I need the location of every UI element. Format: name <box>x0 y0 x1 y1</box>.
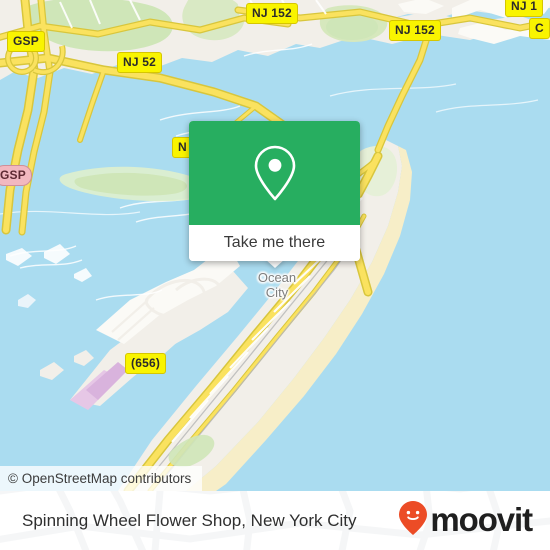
gsp-shield-left[interactable]: GSP <box>0 165 32 186</box>
c-shield-edge[interactable]: C <box>529 18 550 39</box>
nj-152-shield-edge[interactable]: NJ 1 <box>505 0 544 17</box>
moovit-logo[interactable]: moovit <box>398 491 533 550</box>
nj-52-shield[interactable]: NJ 52 <box>117 52 163 73</box>
popup-card-header <box>189 121 360 225</box>
nj-152-shield-right[interactable]: NJ 152 <box>389 20 441 41</box>
route-656-shield[interactable]: (656) <box>125 353 167 374</box>
gsp-shield-top[interactable]: GSP <box>7 31 45 52</box>
nj-152-shield-left[interactable]: NJ 152 <box>246 3 298 24</box>
map-canvas[interactable]: Ocean City GSP NJ 52 NJ 152 NJ 152 NJ 1 … <box>0 0 550 491</box>
map-pin-icon <box>252 144 298 202</box>
moovit-map-screenshot: Ocean City GSP NJ 52 NJ 152 NJ 152 NJ 1 … <box>0 0 550 550</box>
moovit-smiley-pin-icon <box>398 500 428 541</box>
osm-attribution[interactable]: © OpenStreetMap contributors <box>0 466 203 491</box>
take-me-there-button[interactable]: Take me there <box>189 225 360 261</box>
footer-bar: Spinning Wheel Flower Shop, New York Cit… <box>0 491 550 550</box>
location-popup-card[interactable]: Take me there <box>189 121 360 261</box>
location-title: Spinning Wheel Flower Shop, New York Cit… <box>22 510 357 530</box>
moovit-wordmark: moovit <box>430 501 533 538</box>
